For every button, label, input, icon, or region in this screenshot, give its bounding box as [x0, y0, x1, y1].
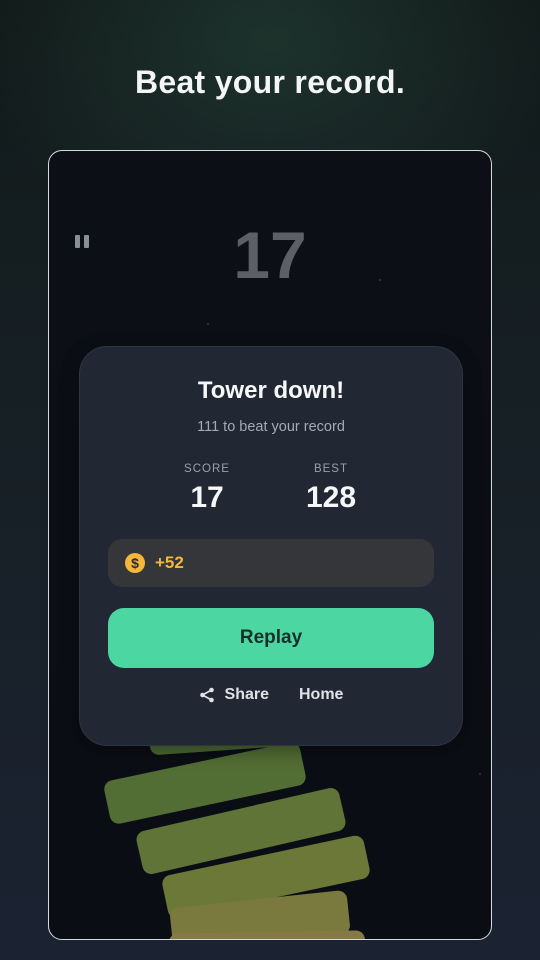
score-value: 17	[190, 481, 224, 514]
share-label: Share	[224, 686, 269, 703]
home-button[interactable]: Home	[299, 686, 343, 704]
dialog-links: Share Home	[80, 686, 462, 704]
share-icon	[199, 687, 215, 703]
score-stat: SCORE 17	[147, 463, 267, 515]
coins-earned: +52	[155, 553, 184, 572]
game-over-dialog: Tower down! 111 to beat your record SCOR…	[79, 346, 463, 746]
best-label: BEST	[313, 463, 349, 475]
best-stat: BEST 128	[271, 463, 391, 515]
best-value: 128	[305, 481, 357, 514]
coins-earned-bar: $ +52	[108, 539, 434, 587]
share-button[interactable]: Share	[199, 686, 269, 704]
game-screen: 17 Tower down! 111 to beat your record S…	[48, 150, 492, 940]
dialog-subtitle: 111 to beat your record	[197, 419, 345, 435]
dollar-coin-icon: $	[125, 553, 145, 573]
replay-button[interactable]: Replay	[108, 608, 434, 668]
score-label: SCORE	[184, 463, 230, 475]
headline: Beat your record.	[134, 64, 406, 100]
dialog-title: Tower down!	[197, 377, 345, 404]
